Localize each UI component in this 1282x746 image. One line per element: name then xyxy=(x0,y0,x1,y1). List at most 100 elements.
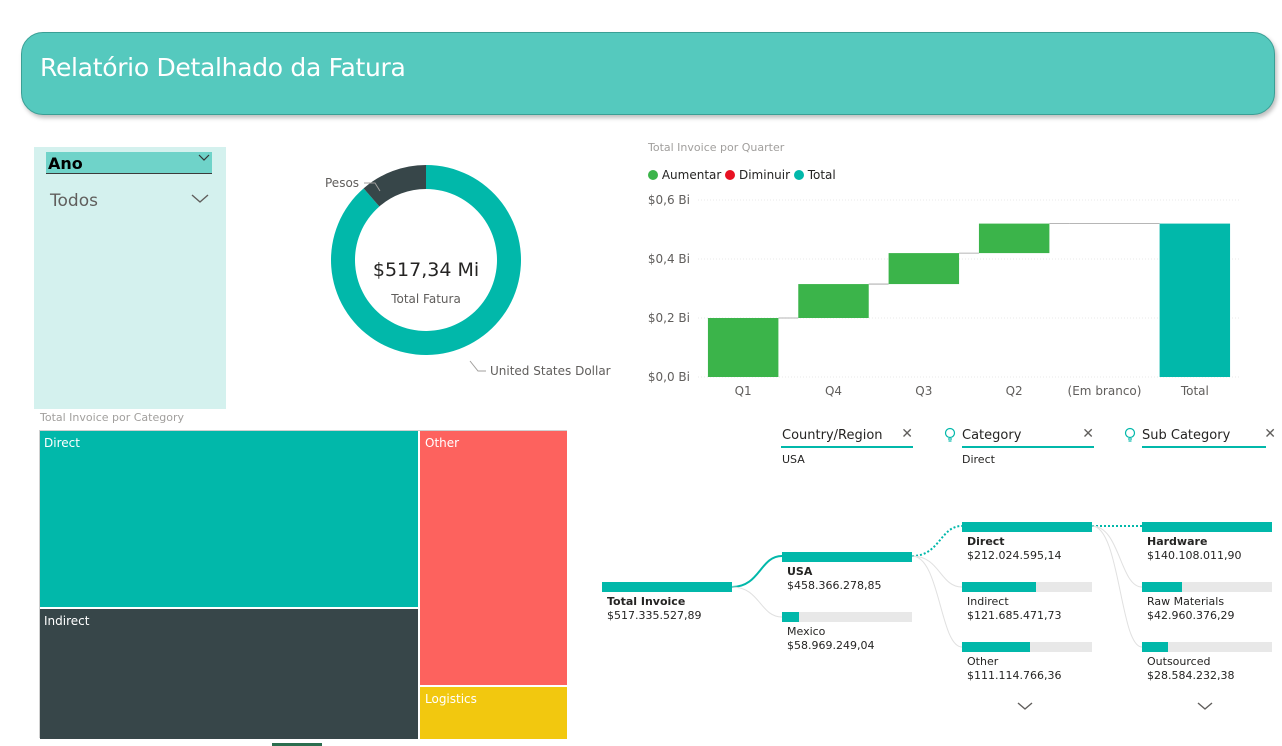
donut-label-usd: United States Dollar xyxy=(490,364,611,378)
decomp-bar-fill xyxy=(782,552,912,562)
decomp-bar-fill xyxy=(782,612,799,622)
waterfall-title: Total Invoice por Quarter xyxy=(648,141,785,154)
decomp-header-label: Sub Category xyxy=(1142,428,1231,443)
decomp-node-label: Indirect xyxy=(967,595,1009,608)
decomp-node-value: $517.335.527,89 xyxy=(607,609,702,622)
decomp-header-label: Country/Region xyxy=(782,428,883,443)
decomp-category-label: Direct xyxy=(967,535,1005,548)
decomp-bar-fill xyxy=(1142,642,1168,652)
decomp-node-bar[interactable] xyxy=(962,582,1092,592)
lightbulb-icon xyxy=(1124,427,1136,442)
treemap-cell-indirect[interactable]: Indirect xyxy=(40,609,420,739)
decomp-bar-fill xyxy=(962,582,1037,592)
decomp-header-label: Category xyxy=(962,428,1022,443)
legend-dot-increase xyxy=(648,170,658,180)
close-icon[interactable]: ✕ xyxy=(901,426,913,442)
treemap-label: Direct xyxy=(44,436,80,450)
close-icon[interactable]: ✕ xyxy=(1264,426,1276,442)
report-title: Relatório Detalhado da Fatura xyxy=(40,53,406,82)
decomp-root-label: Total Invoice xyxy=(607,595,686,608)
donut-center-label: Total Fatura xyxy=(390,292,461,306)
treemap-title: Total Invoice por Category xyxy=(40,411,184,424)
decomp-header-country[interactable]: Country/Region ✕ USA xyxy=(781,426,913,466)
treemap-chart: Direct Indirect Other Logistics xyxy=(39,430,567,739)
decomp-bar-fill xyxy=(1142,582,1183,592)
decomp-node-value: $140.108.011,90 xyxy=(1147,549,1242,562)
decomp-node-value: $58.969.249,04 xyxy=(787,639,875,652)
decomp-header-category[interactable]: Category ✕ Direct xyxy=(944,426,1094,466)
chevron-down-icon[interactable] xyxy=(1016,700,1034,712)
x-axis: Q1 Q4 Q3 Q2 (Em branco) Total xyxy=(735,384,1209,398)
report-header-banner: Relatório Detalhado da Fatura xyxy=(21,32,1275,115)
treemap-label: Logistics xyxy=(425,692,477,706)
decomp-node-bar[interactable] xyxy=(1142,582,1272,592)
waterfall-bars xyxy=(707,223,1231,377)
x-tick-label: (Em branco) xyxy=(1068,384,1142,398)
decomp-node-label: Total Invoice xyxy=(607,595,685,608)
decomp-node-value: $121.685.471,73 xyxy=(967,609,1062,622)
decomp-subcategory-label: Hardware xyxy=(1147,535,1208,548)
decomp-header-subcategory[interactable]: Sub Category ✕ xyxy=(1124,426,1276,454)
decomp-header-selected: Direct xyxy=(962,453,995,466)
decomp-node-bar[interactable] xyxy=(782,552,912,562)
decomp-node-value: $28.584.232,38 xyxy=(1147,669,1235,682)
waterfall-bar-Q2[interactable] xyxy=(978,223,1050,254)
treemap-cell-direct[interactable]: Direct xyxy=(40,431,420,609)
x-tick-label: Total xyxy=(1180,384,1209,398)
legend-label: Total xyxy=(807,168,836,182)
slicer-title: Ano xyxy=(48,154,83,173)
decomp-node-bar[interactable] xyxy=(602,582,732,592)
legend-label: Diminuir xyxy=(738,168,791,182)
legend-dot-decrease xyxy=(725,170,736,180)
donut-label-pesos: Pesos xyxy=(325,176,359,190)
year-slicer: Ano Todos xyxy=(34,147,226,409)
divider xyxy=(781,446,913,448)
decomp-node-value: $111.114.766,36 xyxy=(967,669,1062,682)
waterfall-legend: Aumentar Diminuir Total xyxy=(648,168,836,182)
chevron-down-icon[interactable] xyxy=(1196,700,1214,712)
decomp-node-label: Direct xyxy=(967,535,1005,548)
donut-chart: $517,34 Mi Total Fatura Pesos United Sta… xyxy=(325,165,611,378)
decomp-bar-fill xyxy=(962,642,1030,652)
decomp-node-bar[interactable] xyxy=(782,612,912,622)
leader-line xyxy=(469,360,486,372)
slicer-header: Ano xyxy=(46,152,212,174)
treemap-cell-logistics[interactable]: Logistics xyxy=(420,687,567,739)
decomp-node-value: $212.024.595,14 xyxy=(967,549,1062,562)
legend-label: Aumentar xyxy=(661,168,722,182)
decomp-node-label: Other xyxy=(967,655,999,668)
decomp-country-label: USA xyxy=(787,565,813,578)
decomp-header-selected: USA xyxy=(782,453,805,466)
decomp-node-value: $458.366.278,85 xyxy=(787,579,882,592)
divider xyxy=(1142,446,1266,448)
decomp-node-value: $42.960.376,29 xyxy=(1147,609,1235,622)
treemap-label: Other xyxy=(425,436,460,450)
x-tick-label: Q1 xyxy=(735,384,752,398)
decomp-node-bar[interactable] xyxy=(962,642,1092,652)
treemap-label: Indirect xyxy=(44,614,90,628)
chevron-down-icon[interactable] xyxy=(198,153,210,163)
decomp-node-bar[interactable] xyxy=(962,522,1092,532)
slicer-selected-value[interactable]: Todos xyxy=(50,191,98,211)
waterfall-chart: $0,6 Bi $0,4 Bi $0,2 Bi $0,0 Bi Q1 Q4 Q3 Q2 (Em… xyxy=(648,193,1240,398)
decomp-node-label: Hardware xyxy=(1147,535,1207,548)
close-icon[interactable]: ✕ xyxy=(1082,426,1094,442)
waterfall-bar-Q4[interactable] xyxy=(798,284,869,318)
y-tick-label: $0,0 Bi xyxy=(648,370,690,384)
decomp-node-label: Mexico xyxy=(787,625,826,638)
treemap-cell-other[interactable]: Other xyxy=(420,431,567,687)
waterfall-bar-Q3[interactable] xyxy=(888,253,960,285)
decomp-bar-fill xyxy=(1142,522,1272,532)
y-tick-label: $0,2 Bi xyxy=(648,311,690,325)
x-tick-label: Q4 xyxy=(825,384,842,398)
x-tick-label: Q2 xyxy=(1006,384,1023,398)
donut-center-value: $517,34 Mi xyxy=(373,259,479,281)
x-tick-label: Q3 xyxy=(915,384,932,398)
decomp-node-bar[interactable] xyxy=(1142,642,1272,652)
chevron-down-icon[interactable] xyxy=(190,191,210,207)
legend-dot-total xyxy=(793,170,804,180)
decomp-node-bar[interactable] xyxy=(1142,522,1272,532)
y-tick-label: $0,4 Bi xyxy=(648,252,690,266)
waterfall-bar-total[interactable] xyxy=(1159,223,1231,377)
waterfall-bar-Q1[interactable] xyxy=(707,318,779,377)
